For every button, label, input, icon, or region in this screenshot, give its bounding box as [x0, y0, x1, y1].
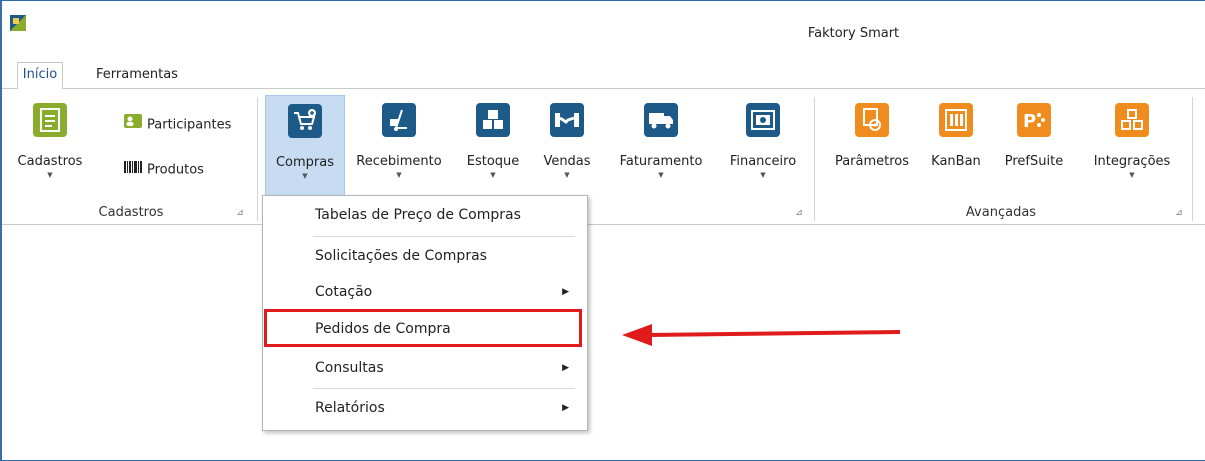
parametros-button[interactable]: Parâmetros	[826, 95, 918, 195]
kanban-button[interactable]: KanBan	[926, 95, 986, 195]
svg-text:P: P	[1023, 111, 1036, 132]
dialog-launcher-icon[interactable]: ⊿	[235, 208, 245, 218]
money-icon	[746, 103, 780, 137]
red-arrow-icon	[622, 324, 901, 346]
chevron-down-icon: ▼	[658, 171, 664, 179]
app-window: Faktory Smart Início Ferramentas Cadastr…	[0, 0, 1205, 461]
group-label-avancadas: Avançadas	[965, 205, 1037, 220]
estoque-button[interactable]: Estoque ▼	[460, 95, 526, 195]
tab-ferramentas[interactable]: Ferramentas	[84, 63, 190, 88]
hand-truck-icon	[382, 103, 416, 137]
ribbon-tabs: Início Ferramentas	[2, 57, 1205, 90]
chevron-down-icon: ▼	[564, 171, 570, 179]
shopping-cart-icon	[288, 104, 322, 138]
group-divider	[814, 97, 815, 221]
dialog-launcher-icon[interactable]: ⊿	[1174, 208, 1184, 218]
faturamento-label: Faturamento	[619, 154, 703, 169]
tab-inicio[interactable]: Início	[17, 62, 63, 90]
menu-separator	[313, 388, 575, 389]
faturamento-button[interactable]: Faturamento ▼	[608, 95, 714, 195]
menu-item-solicitacoes[interactable]: Solicitações de Compras	[263, 242, 587, 270]
produtos-button[interactable]: Produtos	[124, 159, 204, 181]
chevron-down-icon: ▼	[302, 172, 308, 180]
contact-card-icon	[124, 114, 142, 136]
menu-separator	[313, 236, 575, 237]
participantes-label: Participantes	[147, 117, 232, 133]
recebimento-label: Recebimento	[356, 154, 442, 169]
kanban-label: KanBan	[931, 154, 981, 169]
prefsuite-logo-icon: P	[1017, 103, 1051, 137]
menu-item-tabelas-preco[interactable]: Tabelas de Preço de Compras	[263, 201, 587, 229]
window-title: Faktory Smart	[807, 26, 900, 41]
kanban-board-icon	[939, 103, 973, 137]
submenu-arrow-icon: ▶	[562, 403, 569, 413]
title-bar: Faktory Smart	[2, 1, 1205, 57]
prefsuite-label: PrefSuite	[1004, 154, 1064, 169]
prefsuite-button[interactable]: P PrefSuite	[994, 95, 1074, 195]
cadastros-label: Cadastros	[17, 154, 83, 169]
submenu-arrow-icon: ▶	[562, 287, 569, 297]
cubes-icon	[1115, 103, 1149, 137]
financeiro-button[interactable]: Financeiro ▼	[718, 95, 808, 195]
chevron-down-icon: ▼	[47, 171, 53, 179]
estoque-label: Estoque	[466, 154, 520, 169]
menu-item-consultas[interactable]: Consultas ▶	[263, 354, 587, 382]
financeiro-label: Financeiro	[729, 154, 797, 169]
handshake-icon	[550, 103, 584, 137]
chevron-down-icon: ▼	[760, 171, 766, 179]
group-divider	[1192, 97, 1193, 221]
barcode-icon	[124, 159, 142, 181]
boxes-icon	[476, 103, 510, 137]
recebimento-button[interactable]: Recebimento ▼	[349, 95, 449, 195]
parametros-label: Parâmetros	[834, 154, 910, 169]
menu-item-cotacao[interactable]: Cotação ▶	[263, 278, 587, 306]
truck-icon	[644, 103, 678, 137]
integracoes-label: Integrações	[1093, 154, 1171, 169]
highlight-box	[264, 309, 582, 347]
compras-button[interactable]: Compras ▼	[265, 95, 345, 197]
chevron-down-icon: ▼	[490, 171, 496, 179]
chevron-down-icon: ▼	[1129, 171, 1135, 179]
compras-label: Compras	[275, 155, 335, 170]
settings-document-icon	[855, 103, 889, 137]
document-icon	[33, 103, 67, 137]
group-divider	[257, 97, 258, 221]
ribbon: Cadastros ▼ Participantes Produtos Cadas…	[2, 89, 1205, 225]
vendas-button[interactable]: Vendas ▼	[534, 95, 600, 195]
vendas-label: Vendas	[543, 154, 591, 169]
submenu-arrow-icon: ▶	[562, 363, 569, 373]
integracoes-button[interactable]: Integrações ▼	[1082, 95, 1182, 195]
dialog-launcher-icon[interactable]: ⊿	[794, 208, 804, 218]
group-label-cadastros: Cadastros	[98, 205, 164, 220]
menu-item-relatorios[interactable]: Relatórios ▶	[263, 394, 587, 422]
chevron-down-icon: ▼	[396, 171, 402, 179]
produtos-label: Produtos	[147, 162, 204, 178]
participantes-button[interactable]: Participantes	[124, 114, 231, 136]
cadastros-button[interactable]: Cadastros ▼	[10, 95, 90, 195]
